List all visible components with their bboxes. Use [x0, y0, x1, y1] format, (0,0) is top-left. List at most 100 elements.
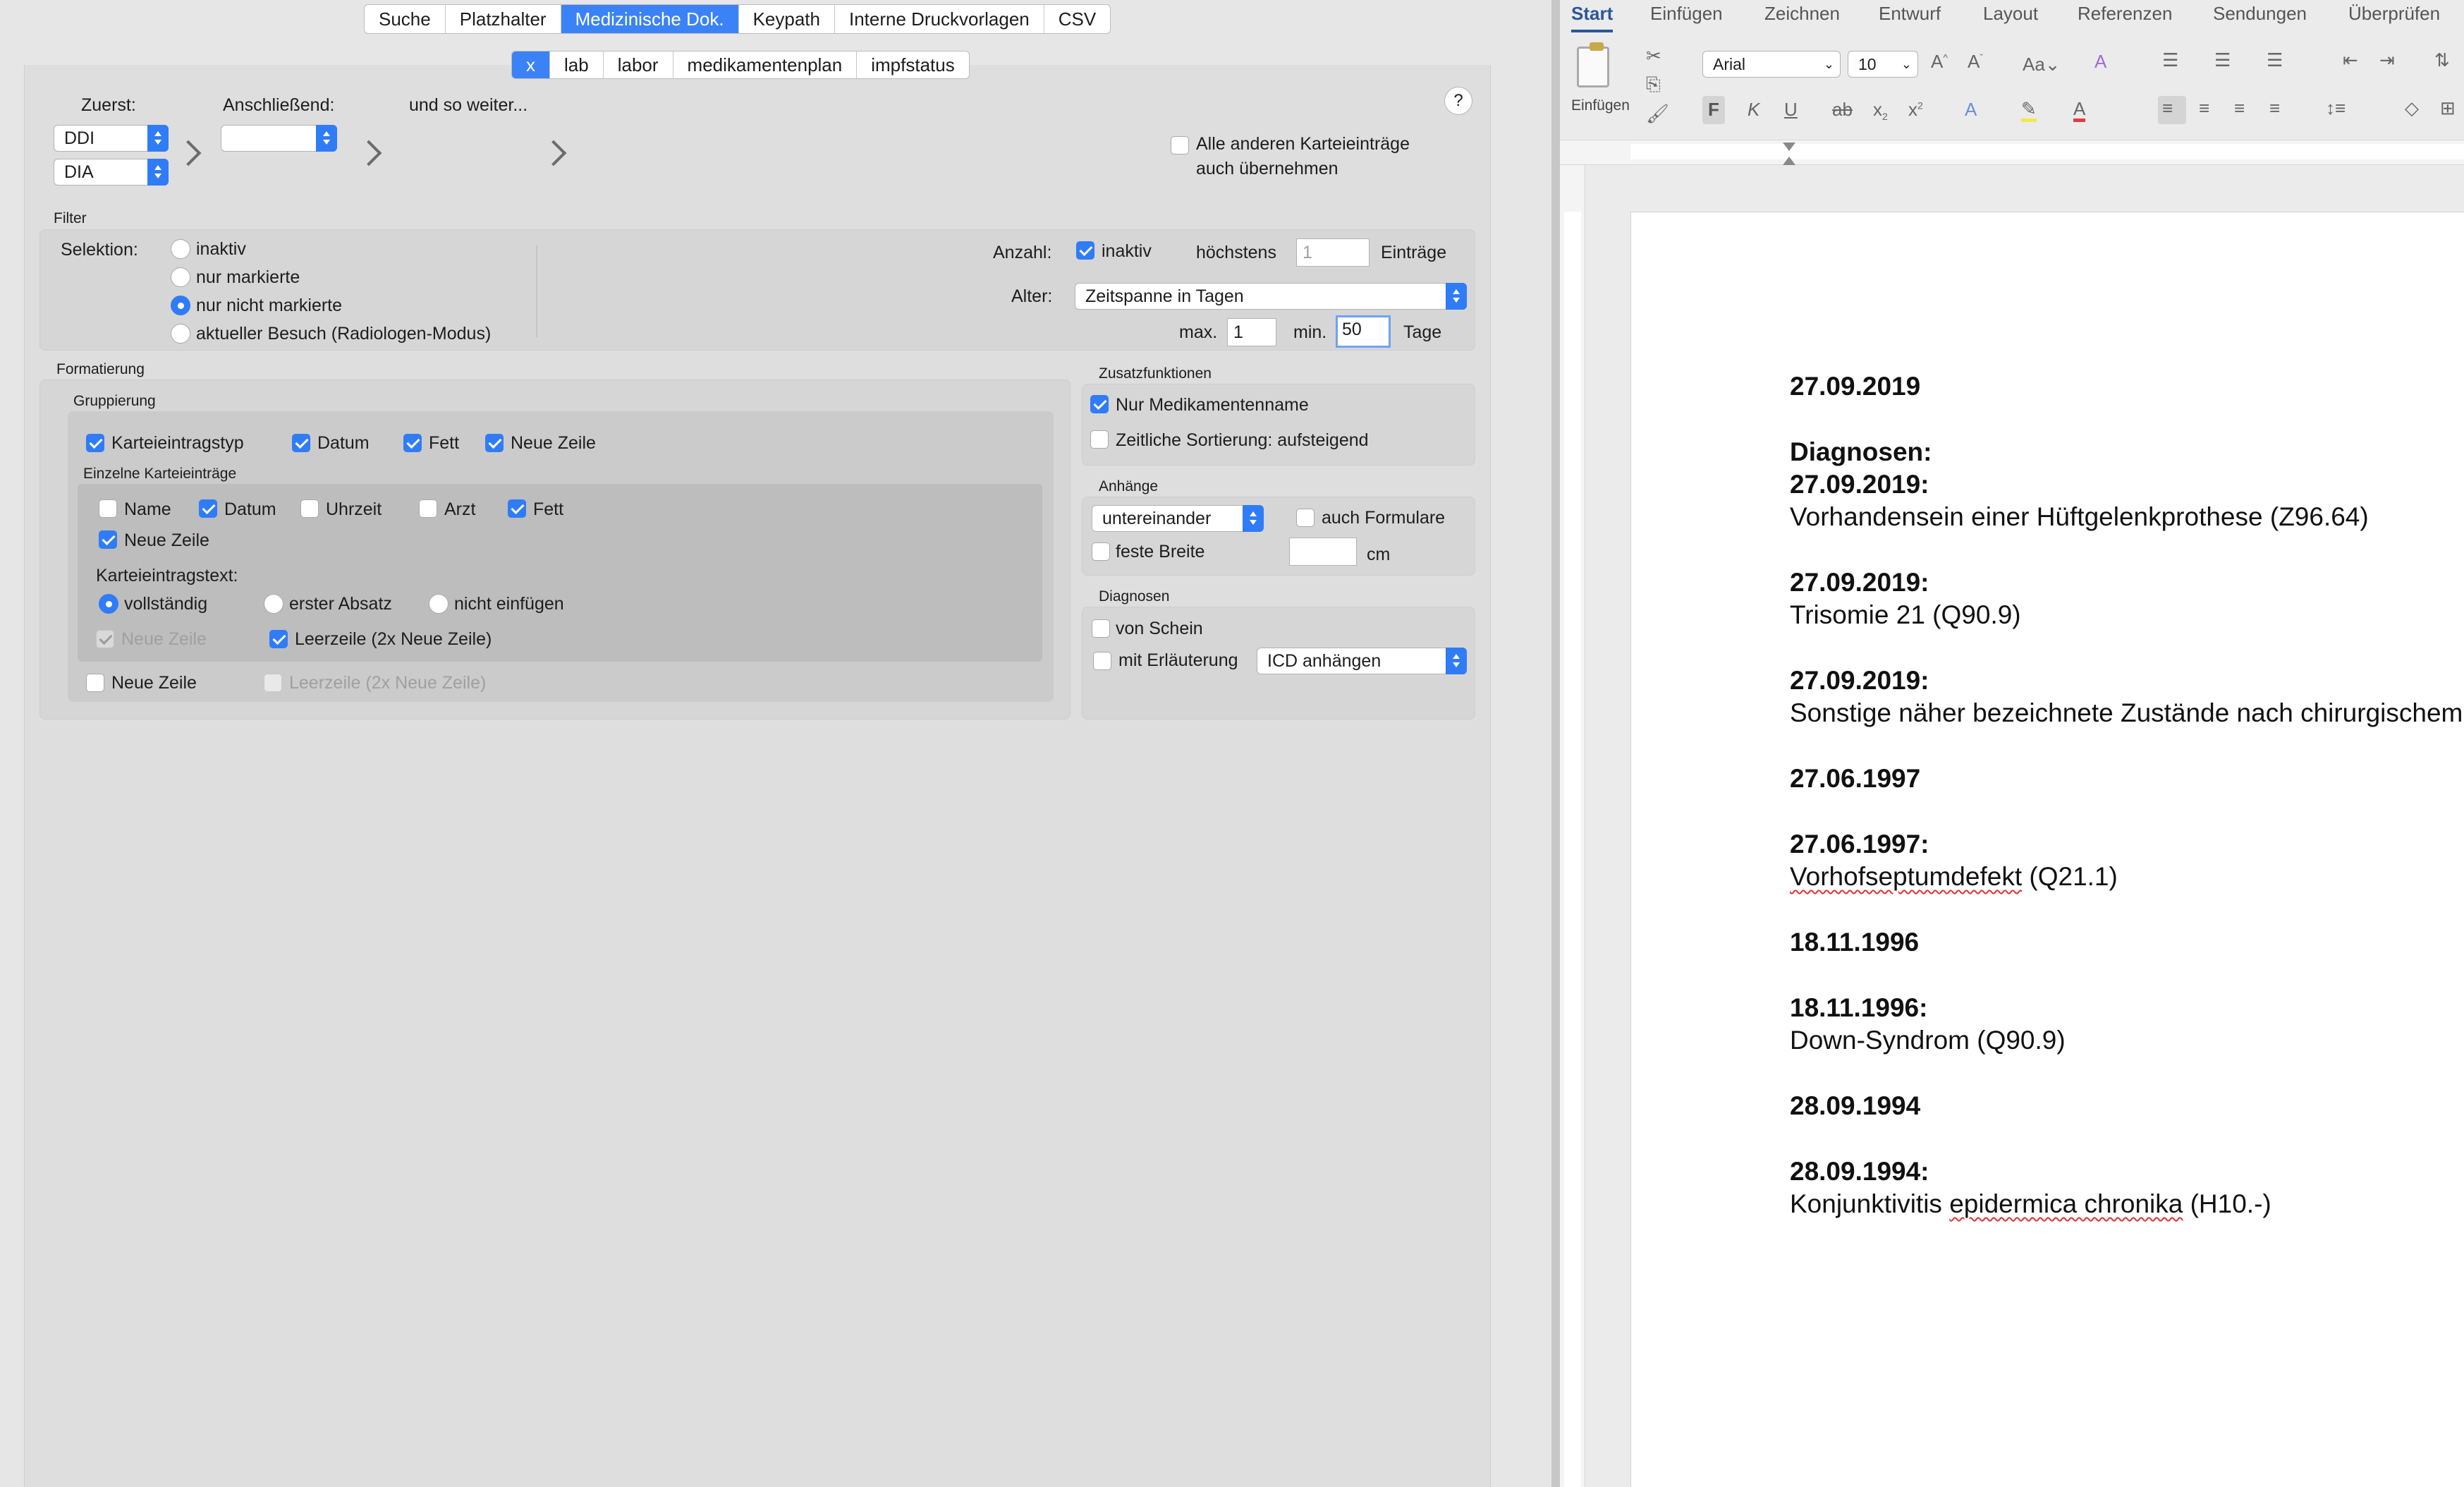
grow-font-icon[interactable]: A^: [1931, 51, 1948, 73]
bold-icon[interactable]: F: [1708, 99, 1719, 121]
sort-checkbox[interactable]: [1090, 430, 1109, 449]
group-check-datum[interactable]: [292, 434, 310, 452]
strikethrough-icon[interactable]: ab: [1832, 99, 1853, 121]
tab-csv[interactable]: CSV: [1044, 5, 1110, 33]
ribbon-tab-layout[interactable]: Layout: [1983, 3, 2038, 25]
bullets-icon[interactable]: ☰: [2162, 49, 2178, 71]
take-all-checkbox[interactable]: [1171, 136, 1189, 154]
tab-platzhalter[interactable]: Platzhalter: [446, 5, 561, 33]
radio-aktueller-besuch[interactable]: [171, 324, 190, 344]
diagnoses-title: Diagnosen: [1099, 588, 1170, 605]
window-divider[interactable]: [1551, 0, 1560, 1487]
subtab-labor[interactable]: labor: [604, 51, 673, 78]
hanging-indent-marker[interactable]: [1783, 157, 1795, 165]
single-check-datum[interactable]: [199, 499, 217, 518]
superscript-icon[interactable]: x2: [1908, 99, 1923, 121]
doc-line: 28.09.1994:: [1790, 1157, 1929, 1186]
ribbon-tab-entwurf[interactable]: Entwurf: [1879, 3, 1941, 25]
single-check-uhrzeit[interactable]: [300, 499, 319, 518]
numbering-icon[interactable]: ☰: [2214, 49, 2231, 71]
single-check-arzt[interactable]: [419, 499, 437, 518]
attachments-popup[interactable]: untereinander: [1092, 505, 1264, 532]
radio-erster-absatz[interactable]: [264, 594, 283, 614]
tab-keypath[interactable]: Keypath: [739, 5, 835, 33]
font-name-select[interactable]: Arial ⌄: [1702, 51, 1841, 78]
age-max-field[interactable]: 1: [1227, 318, 1276, 346]
fixed-width-field[interactable]: [1289, 538, 1357, 566]
from-schein-checkbox[interactable]: [1092, 619, 1110, 638]
age-popup[interactable]: Zeitspanne in Tagen: [1075, 283, 1467, 310]
paste-icon[interactable]: [1577, 47, 1609, 87]
first-popup-1[interactable]: DDI: [54, 125, 169, 152]
clipboard-clip-icon: [1590, 42, 1604, 51]
format-painter-icon[interactable]: 🖌: [1646, 103, 1669, 125]
count-inactive-checkbox[interactable]: [1076, 241, 1094, 260]
outer-check-neue-zeile[interactable]: [86, 674, 104, 692]
first-popup-2[interactable]: DIA: [54, 159, 169, 186]
shading-icon[interactable]: ◇: [2405, 97, 2419, 119]
ribbon-tab-einfuegen[interactable]: Einfügen: [1650, 3, 1723, 25]
single-check-name[interactable]: [99, 499, 117, 518]
subtab-lab[interactable]: lab: [550, 51, 604, 78]
radio-nicht-einfuegen[interactable]: [429, 594, 449, 614]
justify-icon[interactable]: ≡: [2269, 97, 2280, 119]
font-size-select[interactable]: 10 ⌄: [1848, 51, 1918, 78]
group-check-neue-zeile[interactable]: [485, 434, 504, 452]
shrink-font-icon[interactable]: Aˇ: [1968, 51, 1983, 73]
radio-vollstaendig[interactable]: [99, 594, 118, 614]
ribbon-tab-sendungen[interactable]: Sendungen: [2213, 3, 2307, 25]
tab-medizinische-dok[interactable]: Medizinische Dok.: [561, 5, 739, 33]
then-popup[interactable]: [221, 125, 337, 152]
multilevel-list-icon[interactable]: ☰: [2267, 49, 2283, 71]
entry-text-label: Karteieintragstext:: [96, 566, 238, 585]
sort-icon[interactable]: ⇅: [2434, 49, 2450, 71]
highlight-icon[interactable]: ✎: [2021, 99, 2037, 122]
subtab-impfstatus[interactable]: impfstatus: [857, 51, 969, 78]
first-line-indent-marker[interactable]: [1783, 142, 1795, 151]
borders-icon[interactable]: ⊞: [2440, 97, 2456, 119]
subtab-medikamentenplan[interactable]: medikamentenplan: [673, 51, 858, 78]
line-spacing-icon[interactable]: ↕≡: [2326, 97, 2346, 119]
text-effects-icon[interactable]: A: [1965, 99, 1977, 121]
radio-inaktiv[interactable]: [171, 239, 190, 259]
ribbon-tab-zeichnen[interactable]: Zeichnen: [1764, 3, 1840, 25]
change-case-icon[interactable]: Aa⌄: [2023, 54, 2061, 75]
single-check-leerzeile[interactable]: [269, 630, 288, 648]
count-label: Anzahl:: [993, 243, 1052, 262]
underline-icon[interactable]: U: [1784, 99, 1798, 121]
max-entries-field[interactable]: 1: [1296, 238, 1370, 267]
med-name-checkbox[interactable]: [1090, 395, 1109, 413]
increase-indent-icon[interactable]: ⇥: [2379, 49, 2395, 71]
subscript-icon[interactable]: x2: [1873, 99, 1888, 122]
age-min-field[interactable]: 50: [1336, 315, 1391, 348]
copy-icon[interactable]: ⎘: [1646, 73, 1661, 96]
fixed-width-checkbox[interactable]: [1092, 542, 1110, 561]
also-forms-checkbox[interactable]: [1296, 509, 1315, 527]
group-check-fett[interactable]: [403, 434, 422, 452]
subtab-x[interactable]: x: [512, 51, 550, 78]
help-button[interactable]: ?: [1444, 87, 1472, 115]
document-page[interactable]: [1630, 212, 2464, 1487]
ribbon-tab-start[interactable]: Start: [1571, 3, 1614, 32]
single-check-fett[interactable]: [508, 499, 526, 518]
tab-suche[interactable]: Suche: [365, 5, 446, 33]
single-check-neue-zeile[interactable]: [99, 530, 117, 549]
radio-nur-markierte[interactable]: [171, 267, 190, 287]
align-left-icon[interactable]: ≡: [2162, 97, 2173, 119]
with-explanation-checkbox[interactable]: [1093, 652, 1111, 670]
doc-line: 27.09.2019:: [1790, 666, 1929, 695]
radio-vollstaendig-label: vollständig: [124, 594, 208, 614]
ribbon-tab-referenzen[interactable]: Referenzen: [2078, 3, 2172, 25]
align-center-icon[interactable]: ≡: [2199, 97, 2209, 119]
icd-popup[interactable]: ICD anhängen: [1257, 648, 1467, 674]
tab-interne-druckvorlagen[interactable]: Interne Druckvorlagen: [835, 5, 1044, 33]
decrease-indent-icon[interactable]: ⇤: [2343, 49, 2358, 71]
cut-icon[interactable]: ✂: [1646, 45, 1661, 67]
align-right-icon[interactable]: ≡: [2234, 97, 2245, 119]
radio-nur-nicht-markierte[interactable]: [171, 296, 190, 315]
font-color-icon[interactable]: A: [2073, 99, 2086, 122]
clear-formatting-icon[interactable]: A: [2094, 51, 2106, 73]
italic-icon[interactable]: K: [1748, 99, 1759, 121]
group-check-karteieintragstyp[interactable]: [86, 434, 104, 452]
ribbon-tab-ueberpruefen[interactable]: Überprüfen: [2348, 3, 2440, 25]
